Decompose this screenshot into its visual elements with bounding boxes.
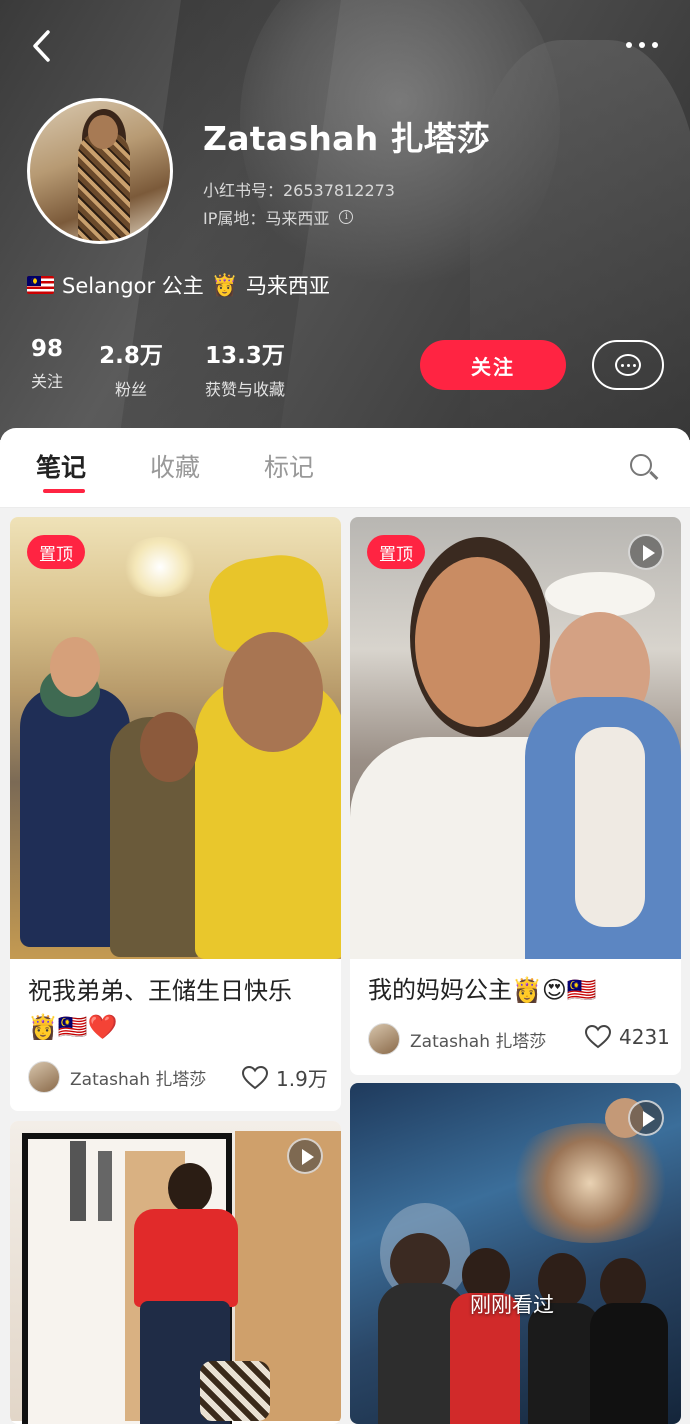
like-button[interactable]: 4231 <box>585 1025 670 1049</box>
stat-following[interactable]: 98 关注 <box>27 336 67 392</box>
follow-button[interactable]: 关注 <box>420 340 566 390</box>
tab-marked[interactable]: 标记 <box>264 448 314 484</box>
play-icon <box>287 1138 323 1174</box>
note-title: 祝我弟弟、王储生日快乐 👸🇲🇾❤️ <box>28 977 292 1041</box>
back-button[interactable] <box>22 24 62 68</box>
profile-avatar[interactable] <box>27 98 173 244</box>
note-card[interactable]: 置顶 祝我弟弟、王储生日快乐 👸🇲🇾❤️ Zatashah 扎塔莎 1.9万 <box>10 517 341 1111</box>
like-button[interactable]: 1.9万 <box>242 1063 328 1092</box>
heart-icon <box>242 1065 268 1089</box>
play-icon <box>628 534 664 570</box>
pinned-badge: 置顶 <box>367 535 425 569</box>
heart-icon <box>585 1025 611 1049</box>
bio-text: Selangor 公主 <box>62 274 204 298</box>
note-card[interactable]: 置顶 我的妈妈公主👸😍🇲🇾 Zatashah 扎塔莎 4231 <box>350 517 681 1075</box>
tab-favorites[interactable]: 收藏 <box>150 448 200 484</box>
note-author[interactable]: Zatashah 扎塔莎 <box>28 1061 206 1093</box>
profile-id: 小红书号：26537812273 <box>203 181 395 200</box>
bio-location: 马来西亚 <box>245 274 330 298</box>
stat-likes-favorites[interactable]: 13.3万 获赞与收藏 <box>195 336 295 400</box>
pinned-badge: 置顶 <box>27 535 85 569</box>
recently-viewed-label: 刚刚看过 <box>470 1293 554 1317</box>
note-cover-image <box>350 1083 681 1424</box>
stat-followers[interactable]: 2.8万 粉丝 <box>98 336 164 400</box>
malaysia-flag-icon <box>27 276 54 294</box>
tab-notes[interactable]: 笔记 <box>36 448 86 484</box>
chat-bubble-icon <box>615 354 641 376</box>
profile-header: Zatashah 扎塔莎 小红书号：26537812273 IP属地：马来西亚 … <box>0 0 690 440</box>
more-dots-icon <box>626 42 632 48</box>
note-card[interactable] <box>10 1121 341 1424</box>
profile-bio: Selangor 公主 👸 马来西亚 <box>27 270 330 300</box>
search-button[interactable] <box>626 450 662 486</box>
back-arrow-icon <box>33 30 50 62</box>
profile-ip-location: IP属地：马来西亚 i <box>203 205 354 229</box>
princess-emoji-icon: 👸 <box>211 272 238 297</box>
note-card[interactable]: 刚刚看过 <box>350 1083 681 1424</box>
profile-tabs: 笔记 收藏 标记 <box>0 428 690 508</box>
note-author[interactable]: Zatashah 扎塔莎 <box>368 1023 546 1055</box>
note-cover-image <box>10 517 341 959</box>
more-options-button[interactable] <box>616 28 668 62</box>
info-icon[interactable]: i <box>339 210 354 224</box>
author-avatar <box>28 1061 60 1093</box>
active-tab-indicator <box>43 489 85 493</box>
title-emoji: 👸🇲🇾❤️ <box>28 1013 118 1041</box>
play-icon <box>628 1100 664 1136</box>
message-button[interactable] <box>592 340 664 390</box>
note-cover-image <box>350 517 681 959</box>
author-avatar <box>368 1023 400 1055</box>
profile-name: Zatashah 扎塔莎 <box>203 119 491 158</box>
note-title: 我的妈妈公主👸😍🇲🇾 <box>368 976 597 1004</box>
